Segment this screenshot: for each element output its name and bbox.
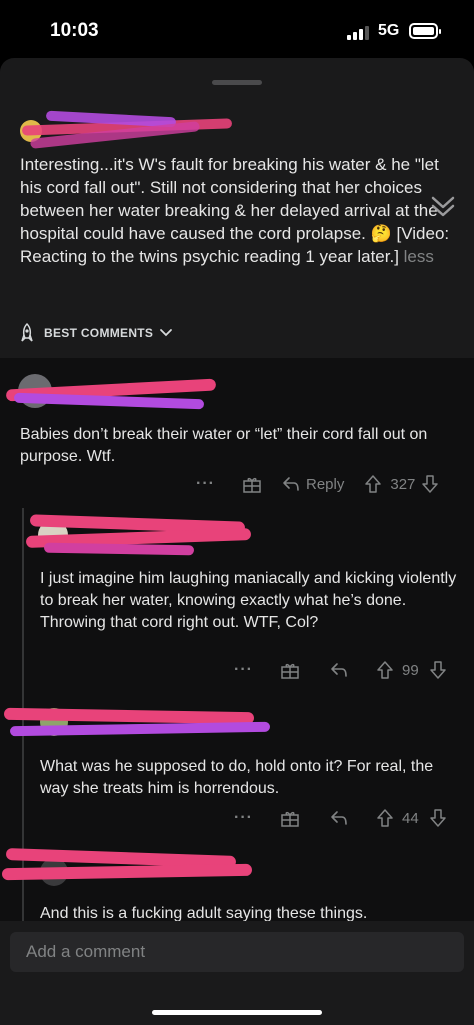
signal-icon xyxy=(347,26,369,40)
less-link[interactable]: less xyxy=(404,247,434,266)
gift-award-icon[interactable] xyxy=(242,474,262,494)
parent-comment-body: Interesting...it's W's fault for breakin… xyxy=(20,153,460,268)
comment-body: Babies don’t break their water or “let” … xyxy=(20,426,428,465)
chevron-down-icon xyxy=(160,329,173,337)
comment-body: I just imagine him laughing maniacally a… xyxy=(40,570,457,631)
downvote-icon[interactable] xyxy=(421,474,439,494)
home-indicator xyxy=(152,1010,322,1015)
reply-icon[interactable] xyxy=(330,662,348,678)
more-options-button[interactable]: ··· xyxy=(196,475,242,493)
more-options-button[interactable]: ··· xyxy=(234,809,280,827)
parent-comment: Interesting...it's W's fault for breakin… xyxy=(0,108,474,352)
comment-body: What was he supposed to do, hold onto it… xyxy=(40,758,434,797)
gift-award-icon[interactable] xyxy=(280,660,300,680)
comment-composer[interactable] xyxy=(10,932,464,972)
redaction-mark xyxy=(13,392,205,410)
vote-count: 44 xyxy=(402,809,419,827)
upvote-icon[interactable] xyxy=(364,474,382,494)
gift-award-icon[interactable] xyxy=(280,808,300,828)
upvote-icon[interactable] xyxy=(376,808,394,828)
comment-actions: ··· Reply 327 xyxy=(196,472,456,496)
upvote-icon[interactable] xyxy=(376,660,394,680)
sort-label: BEST COMMENTS xyxy=(44,326,154,340)
rocket-icon xyxy=(21,322,33,342)
vote-count: 99 xyxy=(402,661,419,679)
comment-body: And this is a fucking adult saying these… xyxy=(40,905,368,921)
status-time: 10:03 xyxy=(50,20,99,41)
status-bar: 10:03 5G xyxy=(0,0,474,58)
sheet-grabber[interactable] xyxy=(212,80,262,85)
downvote-icon[interactable] xyxy=(429,808,447,828)
reply-button[interactable]: Reply xyxy=(282,476,344,493)
chevron-double-down-icon[interactable] xyxy=(424,186,462,224)
downvote-icon[interactable] xyxy=(429,660,447,680)
comment-sheet: Interesting...it's W's fault for breakin… xyxy=(0,58,474,1025)
reply-icon[interactable] xyxy=(330,810,348,826)
more-options-button[interactable]: ··· xyxy=(234,661,280,679)
redaction-mark xyxy=(43,542,195,556)
parent-comment-text: Interesting...it's W's fault for breakin… xyxy=(20,155,450,266)
network-label: 5G xyxy=(378,22,400,39)
vote-count: 327 xyxy=(390,475,416,493)
comment-actions: ··· 44 xyxy=(234,806,464,830)
comment-actions: ··· 99 xyxy=(234,658,464,682)
comment-list: Babies don’t break their water or “let” … xyxy=(0,358,474,921)
reply-label: Reply xyxy=(306,475,345,493)
comment-input[interactable] xyxy=(10,932,464,972)
reply-icon xyxy=(283,477,299,491)
sort-selector[interactable]: BEST COMMENTS xyxy=(16,322,173,344)
redaction-mark xyxy=(1,863,253,881)
battery-icon xyxy=(409,23,441,39)
